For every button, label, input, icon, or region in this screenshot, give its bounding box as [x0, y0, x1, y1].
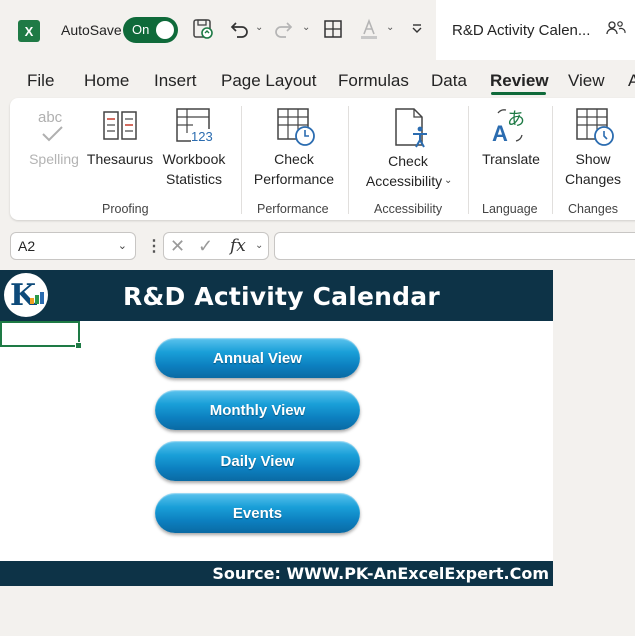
chevron-down-icon[interactable]: ⌄	[255, 240, 263, 251]
group-label-changes: Changes	[568, 202, 619, 216]
show-changes-line2[interactable]: Changes	[558, 169, 628, 189]
accessibility-chevron-icon[interactable]: ⌄	[444, 175, 452, 186]
spelling-icon: abc	[38, 108, 70, 149]
footer-band: Source: WWW.PK-AnExcelExpert.Com	[0, 561, 553, 586]
borders-icon[interactable]	[321, 17, 345, 41]
tab-view[interactable]: View	[568, 71, 605, 91]
redo-chevron-icon[interactable]: ⌄	[302, 22, 310, 33]
title-bar: X AutoSave On ⌄ ⌄ ⌄ R&D Activity Calen..…	[0, 0, 635, 60]
workbook-statistics-line1[interactable]: Workbook	[158, 149, 230, 169]
check-performance-line1[interactable]: Check	[252, 149, 336, 169]
tab-data[interactable]: Data	[431, 71, 467, 91]
insert-function-button[interactable]: fx	[230, 236, 246, 256]
svg-text:abc: abc	[38, 109, 63, 126]
group-label-accessibility: Accessibility	[374, 202, 443, 216]
worksheet[interactable]: K R&D Activity Calendar Annual View Mont…	[0, 270, 553, 586]
group-label-language: Language	[482, 202, 538, 216]
font-color-chevron-icon[interactable]: ⌄	[386, 22, 394, 33]
tab-insert[interactable]: Insert	[154, 71, 197, 91]
customize-toolbar-icon[interactable]	[405, 17, 429, 41]
cancel-icon[interactable]: ✕	[170, 236, 185, 257]
check-performance-icon	[276, 107, 316, 152]
save-icon[interactable]	[191, 17, 215, 41]
enter-icon[interactable]: ✓	[198, 236, 213, 257]
autosave-state: On	[132, 22, 150, 37]
svg-text:123: 123	[191, 129, 213, 144]
group-separator	[468, 106, 469, 214]
tab-file[interactable]: File	[27, 71, 54, 91]
tab-review[interactable]: Review	[490, 71, 549, 91]
svg-text:あ: あ	[507, 109, 525, 130]
thesaurus-icon	[102, 108, 138, 147]
tab-home[interactable]: Home	[84, 71, 129, 91]
active-tab-indicator	[491, 92, 546, 95]
toggle-knob	[156, 21, 174, 39]
formula-input[interactable]	[274, 232, 635, 260]
undo-icon[interactable]	[226, 17, 250, 41]
group-separator	[552, 106, 553, 214]
share-people-icon[interactable]	[605, 20, 627, 39]
redo-icon[interactable]	[273, 17, 297, 41]
check-accessibility-line2[interactable]: Accessibility	[356, 171, 452, 191]
check-performance-line2[interactable]: Performance	[252, 169, 336, 189]
group-label-performance: Performance	[257, 202, 329, 216]
document-title: R&D Activity Calen...	[452, 22, 591, 39]
check-accessibility-icon	[393, 107, 431, 154]
excel-logo-icon: X	[18, 20, 40, 42]
daily-view-button[interactable]: Daily View	[155, 441, 360, 481]
check-accessibility-line1[interactable]: Check	[356, 151, 460, 171]
group-separator	[241, 106, 242, 214]
thesaurus-button[interactable]: Thesaurus	[86, 149, 154, 169]
sheet-title: R&D Activity Calendar	[123, 282, 440, 311]
undo-chevron-icon[interactable]: ⌄	[255, 22, 263, 33]
source-link: Source: WWW.PK-AnExcelExpert.Com	[212, 564, 549, 583]
events-button[interactable]: Events	[155, 493, 360, 533]
translate-button[interactable]: Translate	[476, 149, 546, 169]
translate-icon: Aあ	[492, 107, 528, 150]
header-band: K R&D Activity Calendar	[0, 270, 553, 321]
group-label-proofing: Proofing	[102, 202, 149, 216]
show-changes-line1[interactable]: Show	[558, 149, 628, 169]
more-options-icon[interactable]: ⋮	[146, 236, 162, 256]
name-box[interactable]: A2 ⌄	[10, 232, 136, 260]
document-tab[interactable]: R&D Activity Calen...	[436, 0, 635, 60]
name-box-value: A2	[18, 238, 36, 254]
ribbon: abc Spelling Thesaurus 123 Workbook Stat…	[10, 98, 635, 220]
formula-controls: ✕ ✓ fx ⌄	[163, 232, 269, 260]
tab-page-layout[interactable]: Page Layout	[221, 71, 316, 91]
workbook-statistics-line2[interactable]: Statistics	[158, 169, 230, 189]
show-changes-icon	[575, 107, 615, 152]
autosave-toggle[interactable]: On	[123, 17, 178, 43]
svg-text:A: A	[492, 121, 508, 145]
workbook-statistics-icon: 123	[175, 107, 213, 150]
chevron-down-icon[interactable]: ⌄	[118, 239, 127, 252]
tab-more[interactable]: A	[628, 71, 635, 91]
tab-formulas[interactable]: Formulas	[338, 71, 409, 91]
annual-view-button[interactable]: Annual View	[155, 338, 360, 378]
autosave-label: AutoSave	[61, 22, 122, 38]
monthly-view-button[interactable]: Monthly View	[155, 390, 360, 430]
font-color-icon[interactable]	[357, 17, 381, 41]
pk-logo-icon: K	[4, 273, 48, 317]
spelling-button[interactable]: Spelling	[26, 149, 82, 169]
group-separator	[348, 106, 349, 214]
selected-cell[interactable]	[0, 321, 82, 349]
